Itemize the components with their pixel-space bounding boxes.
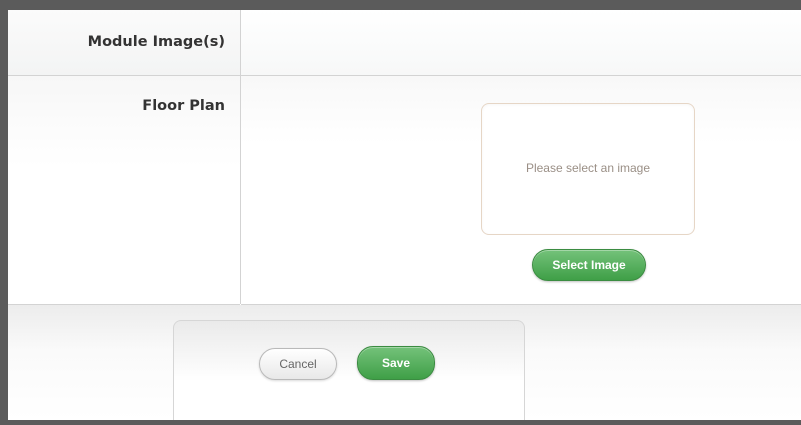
column-divider [240,10,241,304]
window-frame: Module Image(s) Floor Plan Please select… [0,0,801,425]
form-footer: Cancel Save [8,305,801,420]
image-preview-box[interactable]: Please select an image [481,103,695,235]
cancel-button[interactable]: Cancel [259,348,337,380]
module-images-label: Module Image(s) [87,34,225,50]
floor-plan-label-cell: Floor Plan [8,76,240,305]
module-images-value-cell [241,10,801,76]
save-button[interactable]: Save [357,346,435,380]
floor-plan-label: Floor Plan [142,98,225,114]
action-button-tray: Cancel Save [173,320,525,420]
form-panel: Module Image(s) Floor Plan Please select… [8,10,801,420]
floor-plan-value-cell: Please select an image Select Image [241,76,801,305]
select-image-button[interactable]: Select Image [532,249,646,281]
module-images-label-cell: Module Image(s) [8,10,240,76]
image-placeholder-text: Please select an image [525,161,651,175]
